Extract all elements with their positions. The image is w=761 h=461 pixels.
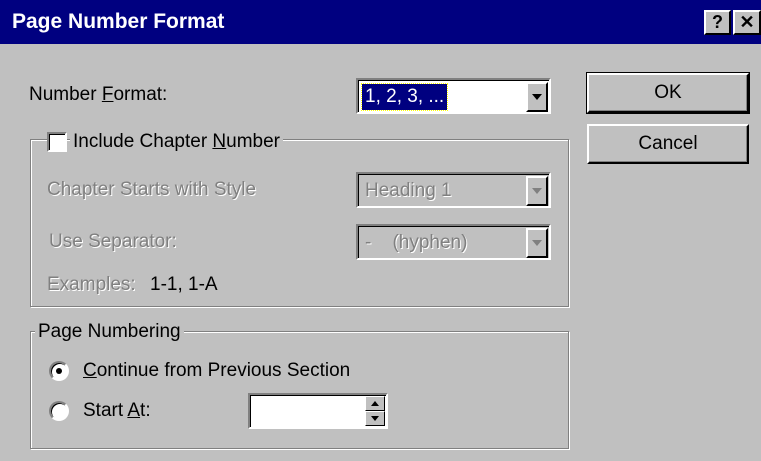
number-format-dropdown-button[interactable] — [526, 82, 548, 112]
examples-label: Examples: — [47, 274, 136, 295]
help-icon: ? — [712, 12, 723, 32]
chapter-style-value: Heading 1 — [365, 180, 452, 201]
chapter-style-dropdown-button — [526, 176, 548, 206]
cancel-button[interactable]: Cancel — [587, 124, 749, 164]
arrow-down-icon — [371, 416, 379, 421]
number-format-label: Number Format: — [29, 84, 168, 105]
separator-value: - (hyphen) — [365, 232, 468, 253]
ok-button[interactable]: OK — [586, 72, 750, 114]
chapter-style-label: Chapter Starts with Style — [47, 179, 257, 200]
continue-label[interactable]: Continue from Previous Section — [83, 360, 350, 382]
number-format-value: 1, 2, 3, ... — [360, 83, 449, 111]
number-format-dropdown[interactable]: 1, 2, 3, ... — [356, 78, 551, 114]
page-numbering-group — [30, 331, 569, 449]
arrow-up-icon — [371, 401, 379, 406]
continue-radio[interactable] — [49, 361, 69, 381]
separator-dropdown: - (hyphen) — [356, 224, 551, 260]
start-at-spinner[interactable] — [248, 393, 388, 429]
page-numbering-caption: Page Numbering — [35, 321, 184, 343]
title-bar[interactable]: Page Number Format ? ✕ — [0, 0, 761, 44]
start-at-radio[interactable] — [49, 401, 69, 421]
dialog-title: Page Number Format — [12, 10, 225, 33]
separator-label: Use Separator: — [49, 231, 177, 252]
include-chapter-number-checkbox[interactable] — [47, 132, 67, 152]
spin-down-button[interactable] — [365, 411, 385, 426]
include-chapter-number-label[interactable]: Include Chapter Number — [70, 131, 284, 153]
help-button[interactable]: ? — [704, 10, 731, 35]
spin-up-button[interactable] — [365, 396, 385, 411]
chevron-down-icon — [532, 188, 542, 194]
close-icon: ✕ — [739, 12, 755, 32]
chevron-down-icon — [532, 94, 542, 100]
examples-value: 1-1, 1-A — [150, 274, 218, 295]
close-button[interactable]: ✕ — [733, 10, 761, 35]
chevron-down-icon — [532, 240, 542, 246]
radio-selected-dot — [56, 368, 62, 374]
page-number-format-dialog: Page Number Format ? ✕ Number Format: 1,… — [0, 0, 761, 461]
start-at-label[interactable]: Start At: — [83, 400, 151, 422]
chapter-style-dropdown: Heading 1 — [356, 172, 551, 208]
separator-dropdown-button — [526, 228, 548, 258]
